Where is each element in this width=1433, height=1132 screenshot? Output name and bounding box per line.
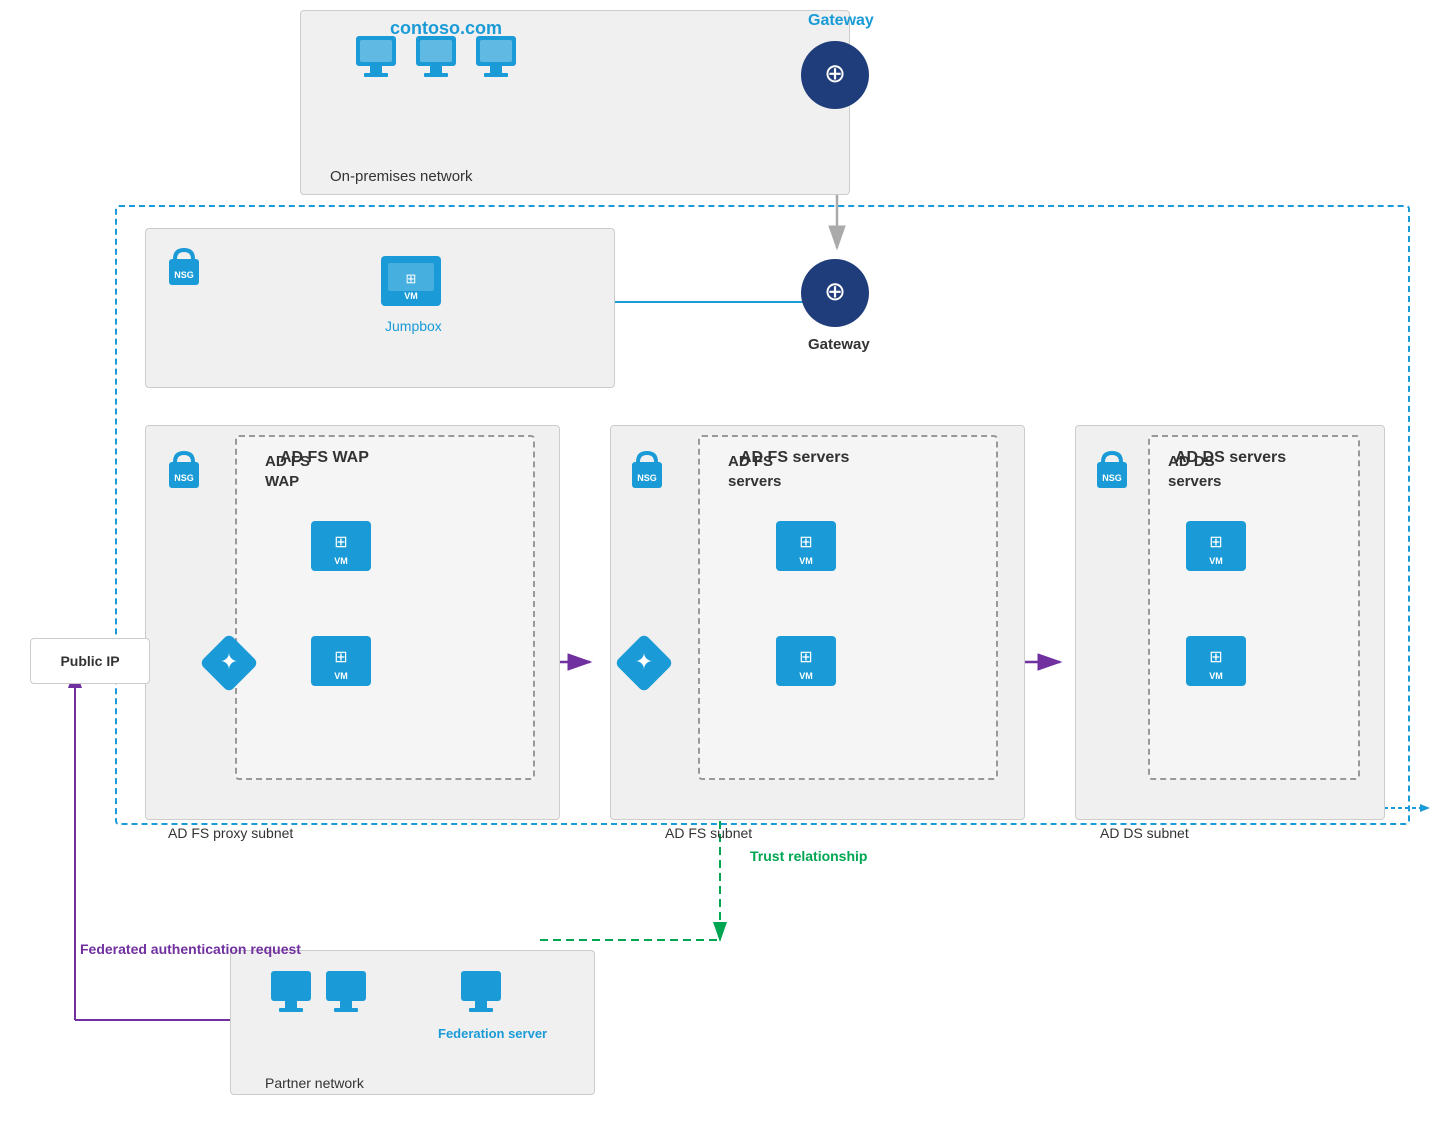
svg-text:VM: VM: [1209, 671, 1223, 681]
nsg-adfs: NSG: [628, 448, 666, 497]
partner-monitor-b: [325, 970, 367, 1023]
monitor-1: [355, 35, 397, 88]
ad-fs-vm1: ⊞ VM: [775, 520, 837, 580]
lb2-diamond: ✦: [615, 634, 673, 697]
svg-text:⊞: ⊞: [334, 649, 347, 666]
svg-text:NSG: NSG: [1102, 473, 1122, 483]
ad-fs-wap-text: AD FSWAP: [265, 452, 310, 491]
public-ip-box: Public IP: [30, 638, 150, 684]
svg-text:VM: VM: [404, 291, 418, 301]
trust-relationship-label: Trust relationship: [750, 848, 867, 864]
gateway-circle-mid: ⊕: [800, 258, 870, 328]
ad-ds-vm2: ⊞ VM: [1185, 635, 1247, 695]
svg-text:✦: ✦: [635, 649, 653, 674]
public-ip-label: Public IP: [60, 653, 119, 669]
svg-text:VM: VM: [1209, 556, 1223, 566]
svg-text:VM: VM: [799, 671, 813, 681]
svg-text:⊕: ⊕: [824, 276, 846, 306]
ad-fs-vm2: ⊞ VM: [775, 635, 837, 695]
partner-monitor-a: [270, 970, 312, 1023]
monitor-3: [475, 35, 517, 88]
gateway-circle-top: ⊕: [800, 40, 870, 110]
svg-text:⊞: ⊞: [1209, 649, 1222, 666]
svg-text:VM: VM: [334, 556, 348, 566]
on-premises-label: On-premises network: [330, 168, 473, 185]
svg-text:⊞: ⊞: [406, 271, 417, 286]
monitor-2: [415, 35, 457, 88]
federation-server-monitor: [460, 970, 502, 1023]
diagram-container: contoso.com On-premises network Gateway: [0, 0, 1433, 1132]
jumpbox-label: Jumpbox: [385, 318, 442, 334]
ad-fs-wap-vm1: ⊞ VM: [310, 520, 372, 580]
svg-text:⊞: ⊞: [334, 534, 347, 551]
svg-text:VM: VM: [334, 671, 348, 681]
ad-fs-subnet-label: AD FS subnet: [665, 825, 752, 841]
nsg-jumpbox: NSG: [165, 245, 203, 294]
ad-ds-servers-text: AD DSservers: [1168, 452, 1221, 491]
svg-text:VM: VM: [799, 556, 813, 566]
federated-auth-label: Federated authentication request: [80, 940, 301, 960]
ad-ds-vm1: ⊞ VM: [1185, 520, 1247, 580]
svg-text:⊞: ⊞: [1209, 534, 1222, 551]
nsg-proxy: NSG: [165, 448, 203, 497]
lb1-diamond: ✦: [200, 634, 258, 697]
jumpbox-vm: ⊞ VM: [380, 255, 442, 315]
ad-fs-servers-text: AD FSservers: [728, 452, 781, 491]
federation-server-label: Federation server: [438, 1026, 547, 1042]
svg-text:NSG: NSG: [174, 270, 194, 280]
gateway-top-label: Gateway: [808, 12, 874, 30]
svg-text:✦: ✦: [220, 649, 238, 674]
nsg-adds: NSG: [1093, 448, 1131, 497]
ad-fs-wap-vm2: ⊞ VM: [310, 635, 372, 695]
svg-text:⊕: ⊕: [824, 58, 846, 88]
ad-ds-subnet-label: AD DS subnet: [1100, 825, 1189, 841]
gateway-mid-label: Gateway: [808, 336, 870, 353]
svg-text:⊞: ⊞: [799, 649, 812, 666]
ad-fs-proxy-subnet-label: AD FS proxy subnet: [168, 825, 293, 841]
svg-text:NSG: NSG: [637, 473, 657, 483]
svg-text:⊞: ⊞: [799, 534, 812, 551]
partner-network-label: Partner network: [265, 1075, 364, 1091]
svg-text:NSG: NSG: [174, 473, 194, 483]
